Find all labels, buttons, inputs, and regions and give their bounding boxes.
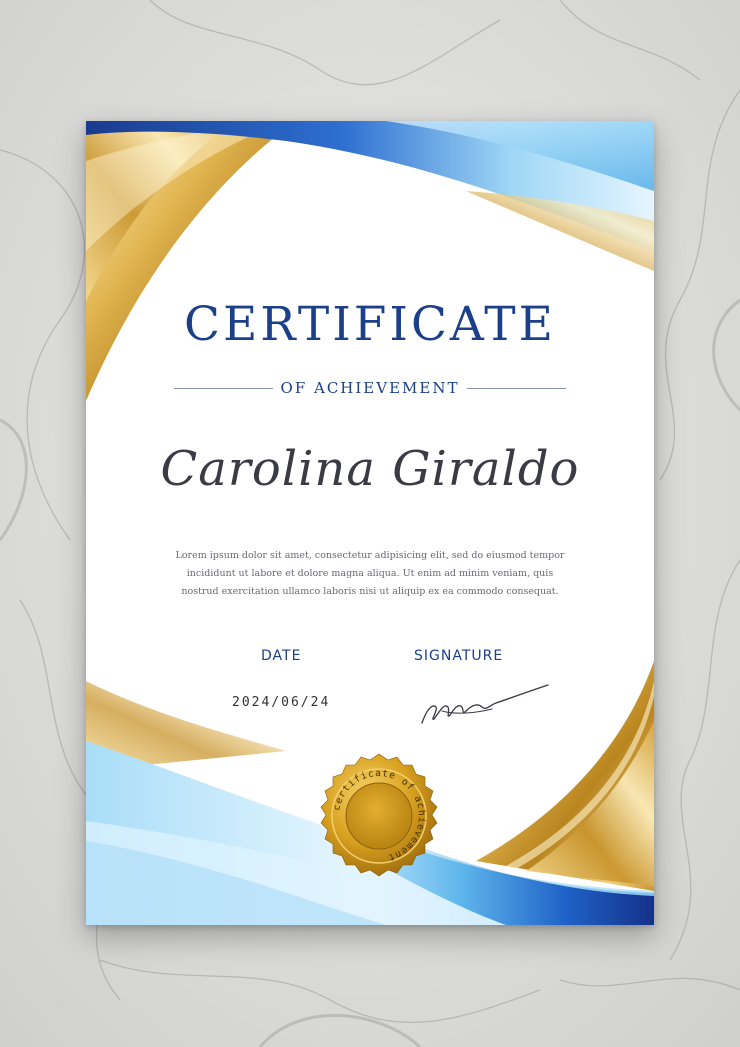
handwritten-signature [421,684,549,724]
certificate-sheet: CERTIFICATE OF ACHIEVEMENT Carolina Gira… [86,121,654,925]
signature-label: SIGNATURE [414,648,504,664]
recipient-name: Carolina Giraldo [160,441,580,497]
date-label: DATE [261,648,302,664]
date-value: 2024/06/24 [232,695,331,710]
divider-left [174,387,273,389]
divider-right [467,387,566,389]
certificate-subtitle: OF ACHIEVEMENT [280,379,460,397]
gold-seal: certificate of achievement [320,753,438,877]
certificate-title: CERTIFICATE [184,297,556,352]
certificate-body-text: Lorem ipsum dolor sit amet, consectetur … [175,550,565,597]
subtitle-row: OF ACHIEVEMENT [174,377,566,399]
